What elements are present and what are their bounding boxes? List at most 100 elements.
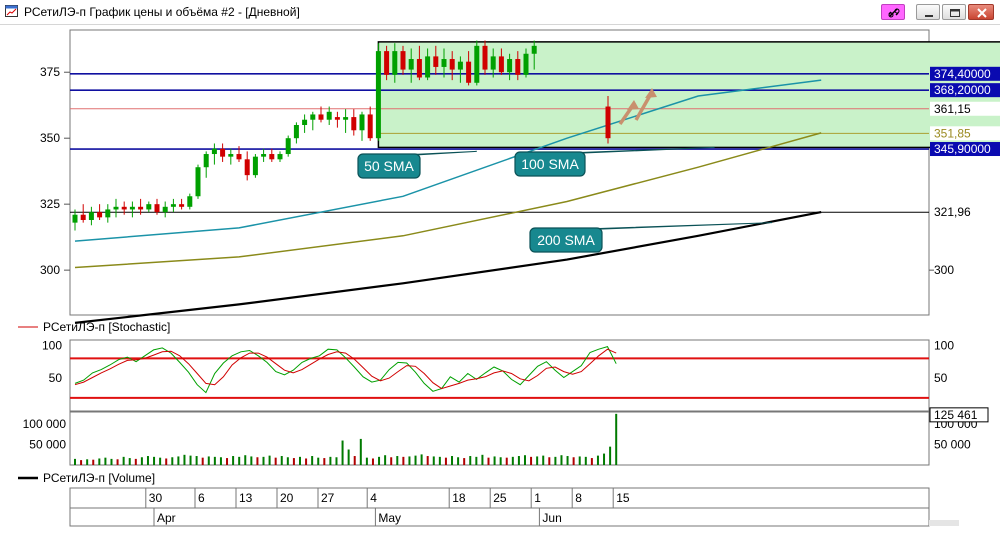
- price-tick-label-left: 350: [40, 131, 60, 145]
- price-label: 351,85: [934, 126, 971, 140]
- candle-body: [162, 206, 168, 213]
- volume-bar: [104, 457, 107, 465]
- volume-bar: [323, 458, 326, 465]
- volume-bar: [390, 457, 393, 465]
- candle-body: [80, 214, 86, 220]
- candle-body: [261, 154, 267, 157]
- volume-bar: [517, 456, 520, 465]
- volume-bar: [566, 456, 569, 465]
- volume-pane[interactable]: [69, 411, 930, 466]
- callout-label: 200 SMA: [537, 232, 595, 248]
- volume-bar: [159, 457, 162, 465]
- volume-bar: [426, 456, 429, 465]
- window-title: РСетиЛЭ-п График цены и объёма #2 - [Дне…: [24, 5, 300, 19]
- volume-bar: [548, 457, 551, 465]
- volume-bar: [542, 455, 545, 465]
- candle-body: [449, 59, 455, 70]
- volume-bar: [420, 454, 423, 465]
- candle-body: [441, 59, 447, 67]
- volume-bar: [378, 456, 381, 465]
- volume-bar: [584, 456, 587, 465]
- link-icon[interactable]: [881, 4, 905, 20]
- volume-bar: [153, 456, 156, 465]
- candle-body: [269, 154, 275, 160]
- candle-body: [531, 45, 537, 54]
- volume-bar: [213, 456, 216, 465]
- volume-bar: [329, 456, 332, 465]
- date-day-label: 15: [616, 491, 630, 505]
- volume-bar: [536, 456, 539, 465]
- volume-bar: [408, 456, 411, 465]
- stochastic-tick-label-left: 100: [42, 338, 62, 352]
- stochastic-legend-label: РСетиЛЭ-п [Stochastic]: [43, 320, 170, 334]
- date-month-label: Apr: [157, 511, 176, 525]
- volume-bar: [226, 458, 229, 465]
- minimize-button[interactable]: [916, 4, 940, 20]
- candle-body: [515, 59, 521, 75]
- candle-body: [146, 204, 152, 210]
- scroll-grip[interactable]: [929, 520, 959, 526]
- date-month-label: Jun: [542, 511, 561, 525]
- price-label: 321,96: [934, 205, 971, 219]
- volume-bar: [232, 456, 235, 465]
- callout-label: 100 SMA: [521, 156, 579, 172]
- volume-bar: [615, 413, 618, 465]
- candle-body: [392, 51, 398, 75]
- volume-bar: [530, 456, 533, 465]
- maximize-button[interactable]: [942, 4, 966, 20]
- volume-bar: [250, 456, 253, 465]
- price-label: 361,15: [934, 102, 971, 116]
- volume-bar: [262, 456, 265, 465]
- candle-body: [408, 59, 414, 70]
- price-tick-label-left: 300: [40, 263, 60, 277]
- volume-bar: [359, 438, 362, 465]
- candle-body: [203, 154, 209, 168]
- candle-body: [113, 206, 119, 210]
- volume-bar: [86, 459, 89, 465]
- volume-bar: [341, 440, 344, 465]
- volume-bar: [146, 456, 149, 465]
- candle-body: [293, 125, 299, 139]
- date-day-label: 13: [239, 491, 253, 505]
- candle-body: [334, 117, 340, 120]
- date-day-label: 1: [534, 491, 541, 505]
- volume-bar: [238, 456, 241, 465]
- close-button[interactable]: [968, 4, 994, 20]
- price-label: 374,40000: [934, 67, 991, 81]
- candle-body: [310, 114, 316, 120]
- volume-bar: [511, 456, 514, 465]
- volume-bar: [475, 456, 478, 465]
- chart-area[interactable]: 50 SMA 100 SMA 200 SMA 375 350 325 300 300 374,…: [0, 24, 1000, 539]
- volume-bar: [286, 457, 289, 465]
- stochastic-tick-label-right: 50: [934, 371, 948, 385]
- volume-bar: [451, 456, 454, 465]
- candle-body: [129, 206, 135, 210]
- volume-bar: [560, 455, 563, 465]
- volume-bar: [165, 458, 168, 465]
- volume-bar: [438, 456, 441, 465]
- volume-tick-label-left: 50 000: [29, 438, 66, 452]
- volume-bar: [305, 458, 308, 465]
- candle-body: [457, 61, 463, 70]
- volume-bar: [189, 455, 192, 465]
- candle-body: [154, 204, 160, 213]
- candle-body: [507, 59, 513, 73]
- volume-bar: [268, 455, 271, 465]
- volume-bar: [481, 454, 484, 465]
- candle-body: [498, 56, 504, 73]
- volume-bar: [347, 449, 350, 465]
- volume-bar: [116, 459, 119, 465]
- stochastic-tick-label-right: 100: [934, 338, 954, 352]
- candle-body: [277, 154, 283, 160]
- candle-body: [605, 106, 611, 139]
- volume-bar: [505, 457, 508, 465]
- price-label: 345,90000: [934, 142, 991, 156]
- volume-bar: [244, 455, 247, 465]
- candle-body: [482, 45, 488, 70]
- volume-bar: [183, 454, 186, 465]
- candle-body: [211, 148, 217, 155]
- candle-body: [343, 117, 349, 120]
- volume-bar: [292, 458, 295, 465]
- candle-body: [97, 212, 103, 218]
- candle-body: [138, 206, 144, 210]
